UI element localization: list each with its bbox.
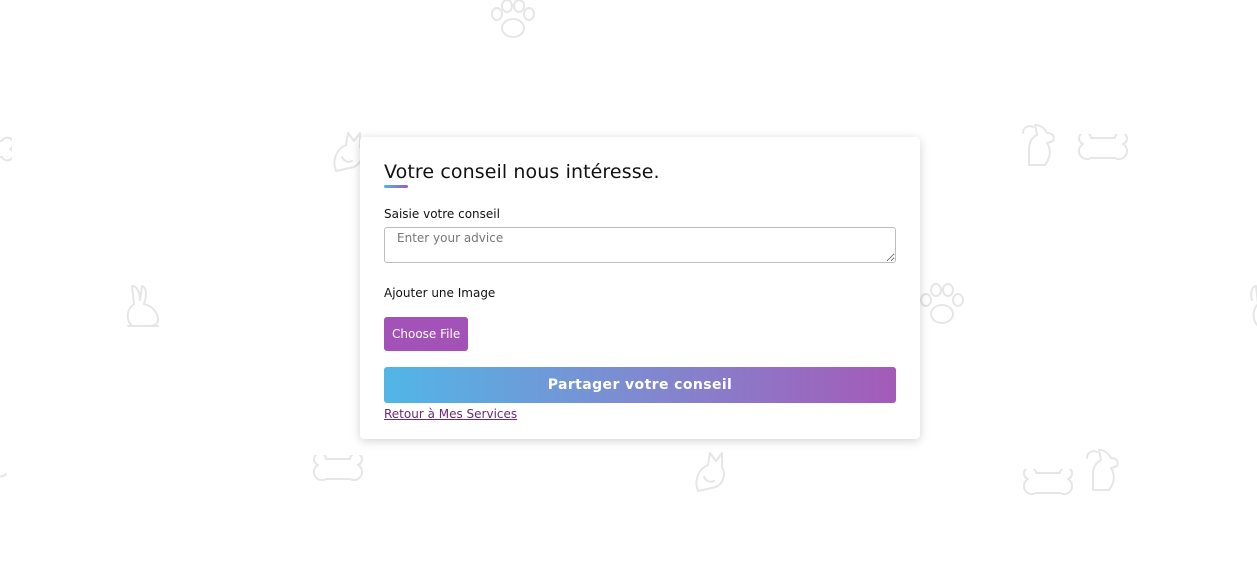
rabbit-icon (1250, 285, 1257, 327)
form-title: Votre conseil nous intéresse. (384, 161, 660, 183)
back-to-services-link[interactable]: Retour à Mes Services (384, 407, 517, 421)
bone-icon (1077, 134, 1129, 161)
image-label: Ajouter une Image (384, 286, 496, 300)
bone-icon (0, 473, 7, 478)
rabbit-icon (126, 285, 159, 327)
dog-icon (1086, 449, 1119, 491)
title-underline (384, 185, 408, 188)
bone-icon (1022, 469, 1074, 496)
share-advice-button[interactable]: Partager votre conseil (384, 367, 896, 403)
advice-input[interactable] (384, 227, 896, 263)
dog-icon (1022, 124, 1055, 166)
paw-icon (491, 0, 535, 38)
cat-icon (695, 452, 725, 492)
advice-label: Saisie votre conseil (384, 207, 500, 221)
bone-icon (312, 455, 364, 482)
advice-form-card: Votre conseil nous intéresse. Saisie vot… (360, 137, 920, 439)
page: Votre conseil nous intéresse. Saisie vot… (0, 0, 1257, 571)
bone-icon (0, 136, 12, 162)
choose-file-button[interactable]: Choose File (384, 317, 469, 351)
paw-icon (920, 283, 964, 324)
